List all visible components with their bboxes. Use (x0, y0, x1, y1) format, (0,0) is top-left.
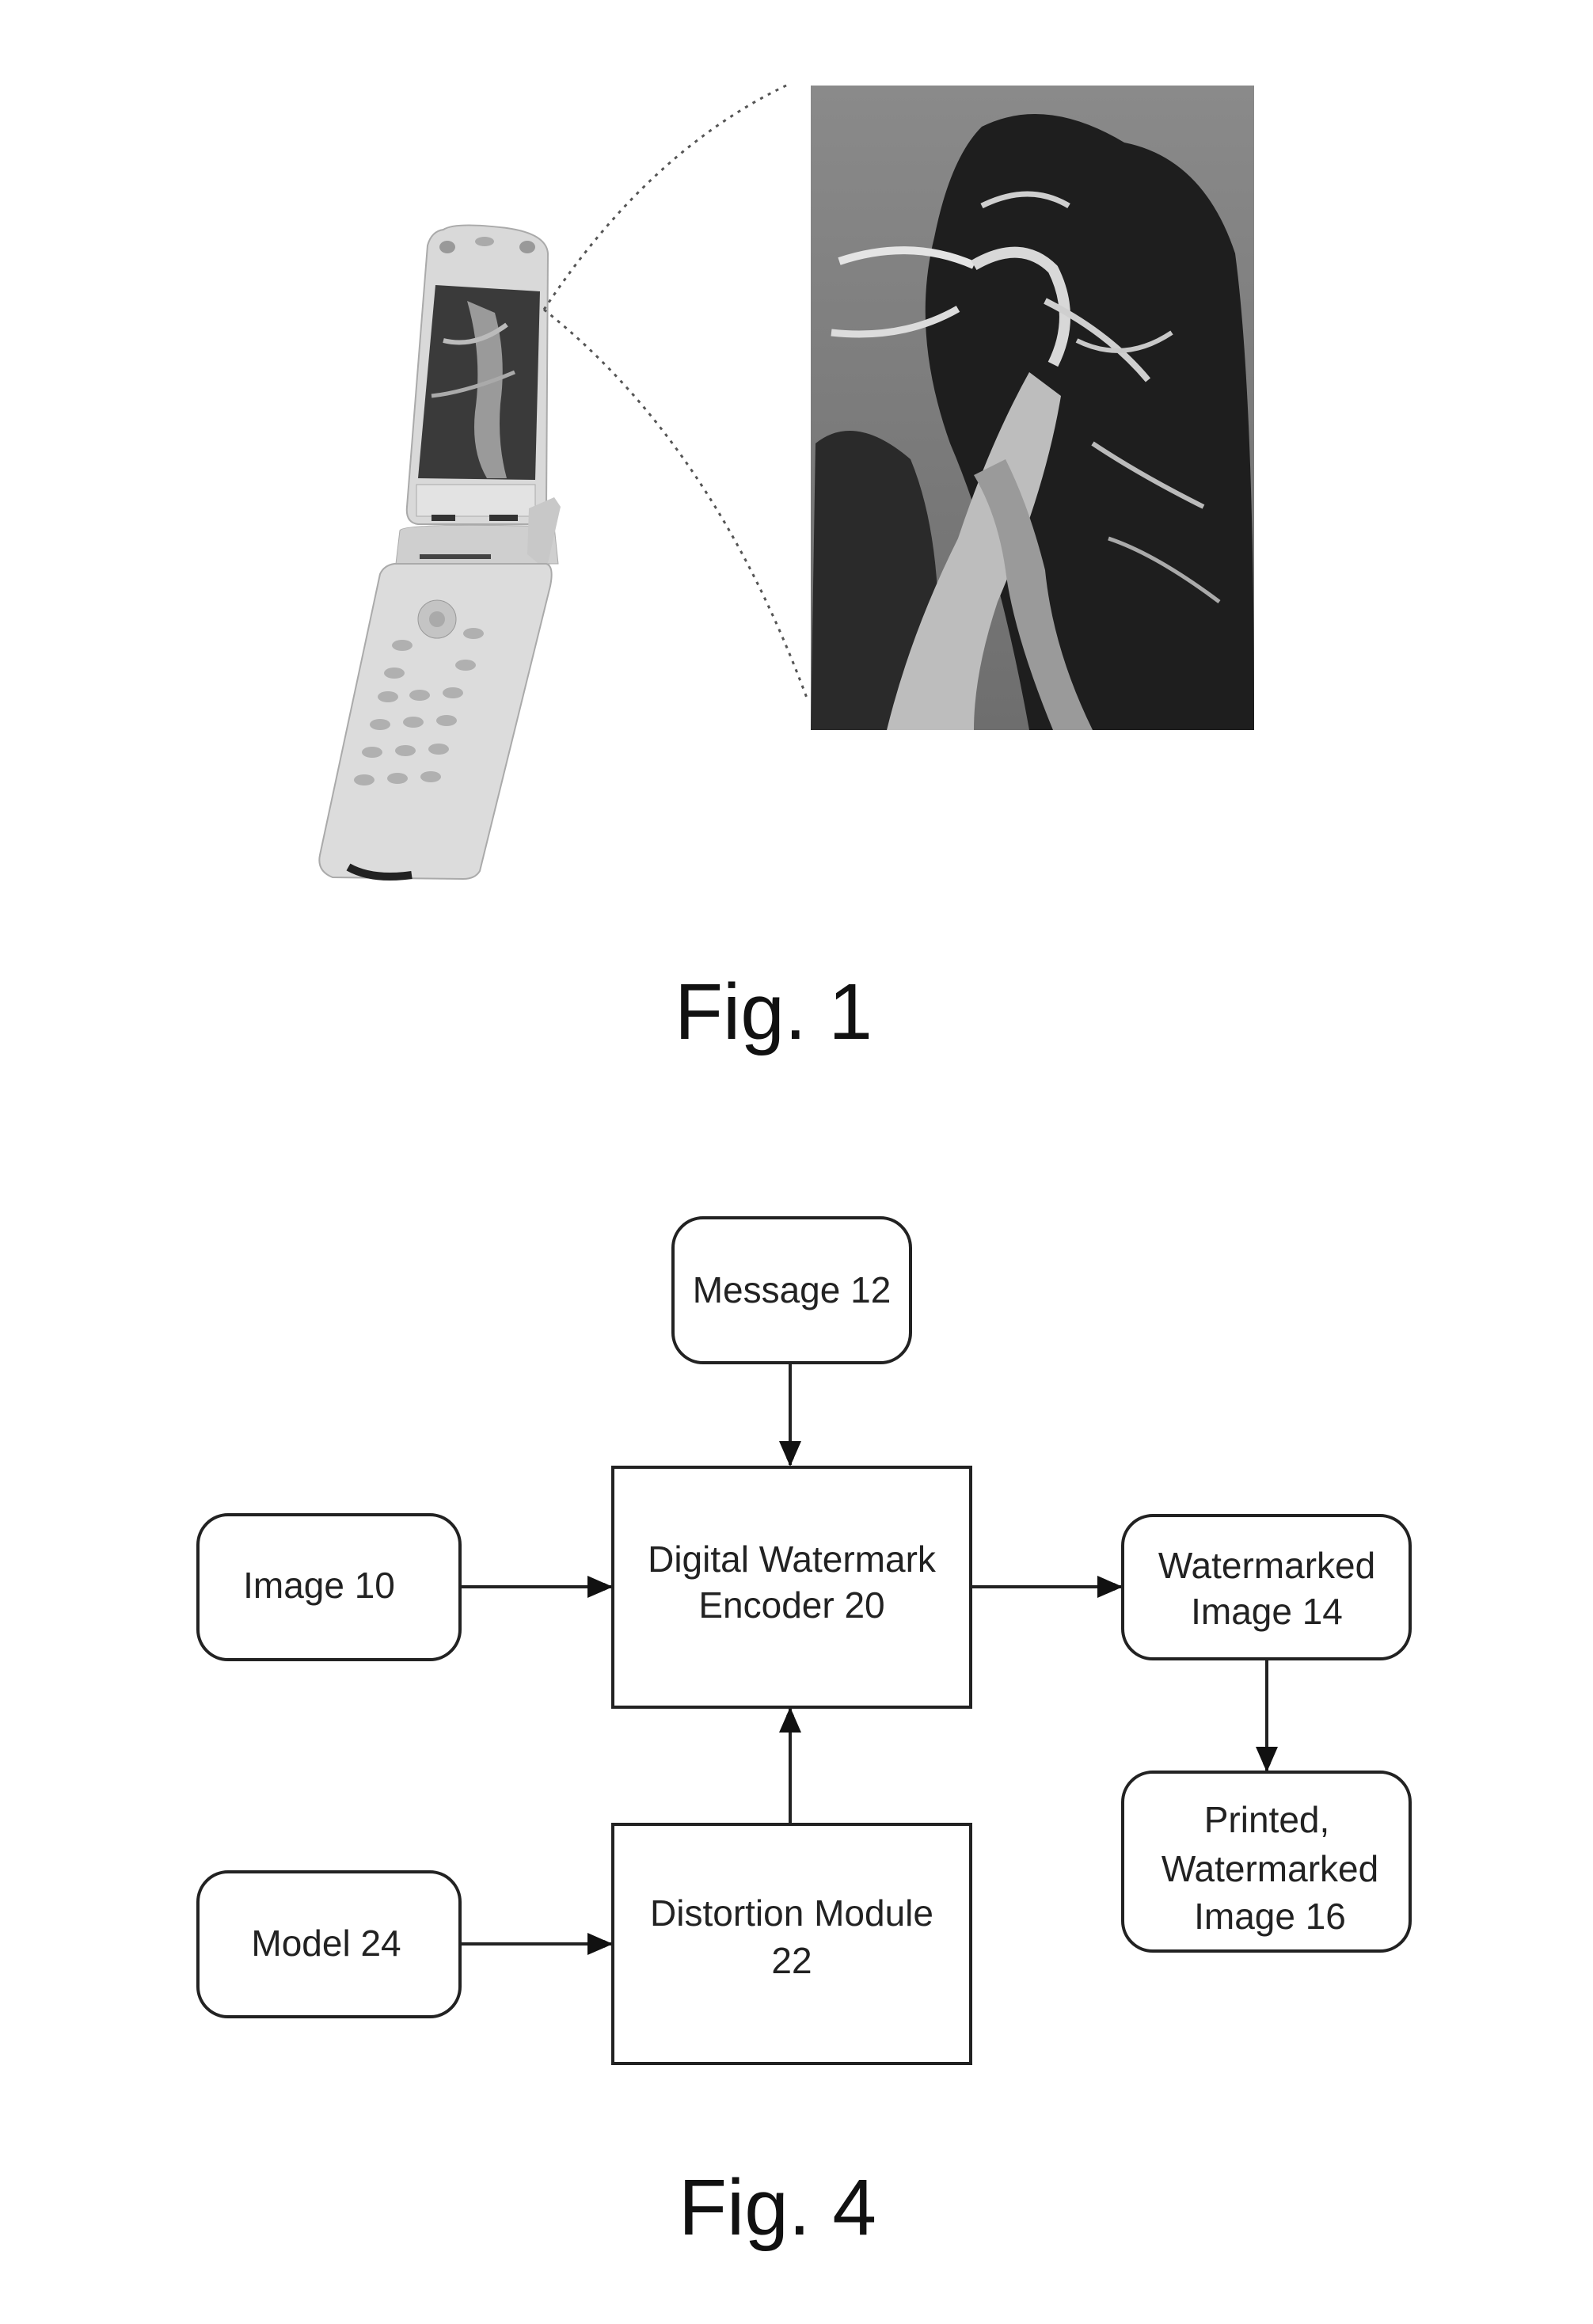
node-distortion-label-line2: 22 (771, 1940, 812, 1981)
figure-4-caption: Fig. 4 (678, 2163, 877, 2252)
node-encoder-label-line2: Encoder 20 (698, 1584, 884, 1626)
node-image-label: Image 10 (243, 1565, 395, 1606)
node-message-label: Message 12 (693, 1269, 892, 1310)
node-printed-label-line2: Watermarked (1161, 1848, 1378, 1889)
node-printed-label-line1: Printed, (1204, 1799, 1330, 1840)
node-distortion-label-line1: Distortion Module (650, 1892, 933, 1934)
tree-photo-icon (811, 86, 1254, 730)
node-distortion: Distortion Module 22 (611, 1823, 972, 2065)
node-printed-label-line3: Image 16 (1194, 1896, 1346, 1937)
node-image: Image 10 (196, 1513, 462, 1661)
node-printed: Printed, Watermarked Image 16 (1121, 1771, 1412, 1953)
flip-phone-photo-icon (318, 224, 561, 881)
node-encoder-label-line1: Digital Watermark (648, 1539, 937, 1580)
node-model: Model 24 (196, 1870, 462, 2018)
zoom-line-top (542, 83, 789, 310)
zoom-line-bottom (543, 308, 809, 701)
node-encoder: Digital Watermark Encoder 20 (611, 1466, 972, 1709)
figure-4-diagram: Message 12 Digital Watermark Encoder 20 … (196, 1216, 1412, 2065)
node-message: Message 12 (671, 1216, 912, 1364)
figure-1-caption: Fig. 1 (674, 968, 873, 1056)
node-model-label: Model 24 (251, 1923, 401, 1964)
node-watermarked: Watermarked Image 14 (1121, 1514, 1412, 1660)
node-watermarked-label-line2: Image 14 (1191, 1591, 1343, 1632)
figure-1 (318, 83, 1254, 881)
node-watermarked-label-line1: Watermarked (1158, 1545, 1375, 1586)
